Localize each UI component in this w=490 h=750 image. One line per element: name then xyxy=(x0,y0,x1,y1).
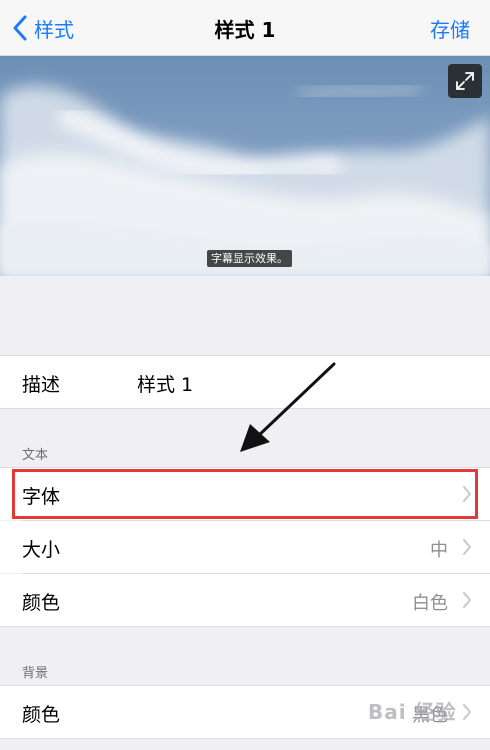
text-section-header: 文本 xyxy=(22,448,49,463)
watermark: Bai 经验 xyxy=(368,700,457,724)
size-label: 大小 xyxy=(22,539,61,561)
size-row[interactable]: 大小 中 xyxy=(0,521,490,573)
sky-image xyxy=(0,81,490,276)
text-color-label: 颜色 xyxy=(22,592,61,614)
chevron-right-icon xyxy=(463,486,471,502)
annotation-arrow-icon xyxy=(240,362,336,452)
save-button[interactable]: 存储 xyxy=(430,14,470,43)
text-color-value: 白色 xyxy=(412,593,448,614)
expand-icon xyxy=(456,72,474,90)
font-row[interactable]: 字体 xyxy=(0,468,490,520)
background-section-header: 背景 xyxy=(22,666,49,681)
divider xyxy=(0,626,490,627)
navigation-bar: 样式 样式 1 存储 xyxy=(0,0,490,56)
divider xyxy=(0,738,490,739)
font-label: 字体 xyxy=(22,486,61,508)
text-color-row[interactable]: 颜色 白色 xyxy=(0,574,490,626)
chevron-right-icon xyxy=(463,592,471,608)
page-title: 样式 1 xyxy=(214,18,276,42)
chevron-right-icon xyxy=(463,704,471,720)
background-color-label: 颜色 xyxy=(22,704,61,726)
subtitle-preview: 字幕显示效果。 xyxy=(0,56,490,276)
subtitle-sample-text: 字幕显示效果。 xyxy=(207,250,292,267)
size-value: 中 xyxy=(430,540,448,561)
description-label: 描述 xyxy=(22,374,61,396)
expand-button[interactable] xyxy=(448,64,482,98)
description-value: 样式 1 xyxy=(137,374,194,396)
chevron-right-icon xyxy=(463,539,471,555)
